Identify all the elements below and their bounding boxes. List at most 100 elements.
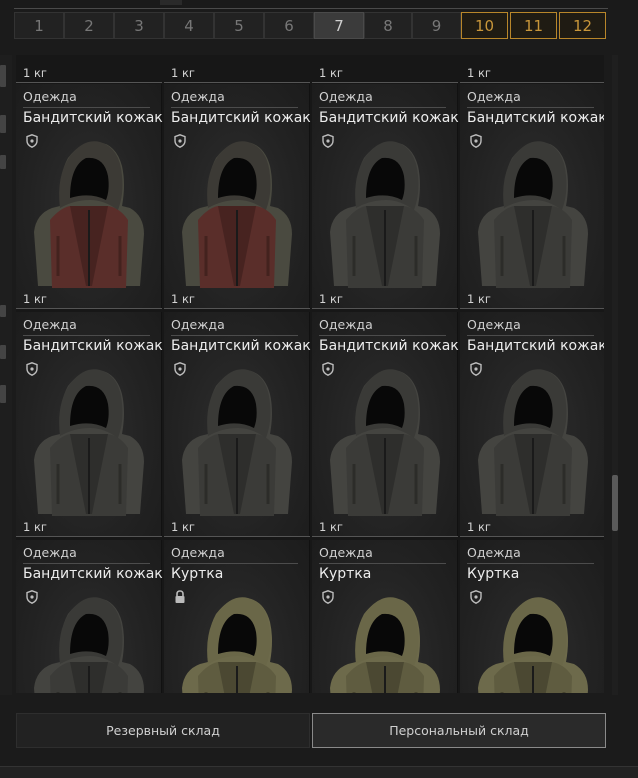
shield-icon: [322, 362, 334, 376]
page-button-6[interactable]: 6: [264, 12, 314, 39]
item-weight: 1 кг: [171, 66, 195, 80]
item-weight: 1 кг: [467, 520, 491, 534]
page-button-8[interactable]: 8: [364, 12, 412, 39]
category-divider: [467, 107, 594, 108]
item-weight: 1 кг: [23, 66, 47, 80]
shield-icon: [470, 134, 482, 148]
inventory-item-card[interactable]: Одежда Бандитский кожак 1 кг: [460, 84, 604, 309]
inventory-item-card[interactable]: Одежда Бандитский кожак 1 кг: [312, 312, 459, 537]
page-button-5[interactable]: 5: [214, 12, 264, 39]
item-weight: 1 кг: [467, 292, 491, 306]
jacket-item-image: [182, 369, 292, 516]
weight-divider: [460, 308, 604, 309]
rail-icon[interactable]: [0, 385, 6, 403]
shield-icon: [174, 134, 186, 148]
shield-icon: [26, 134, 38, 148]
item-category: Одежда: [23, 545, 77, 560]
inventory-item-card[interactable]: Одежда Куртка: [460, 540, 604, 693]
page-button-9[interactable]: 9: [412, 12, 461, 39]
item-weight: 1 кг: [171, 520, 195, 534]
category-divider: [23, 107, 150, 108]
inventory-grid: 1 кг 1 кг 1 кг 1 кг Одежда Бандитский кожак 1 …: [16, 55, 604, 693]
item-category: Одежда: [171, 317, 225, 332]
item-category: Одежда: [23, 89, 77, 104]
jacket-item-image: [478, 369, 588, 516]
page-button-2[interactable]: 2: [64, 12, 114, 39]
inventory-item-card[interactable]: Одежда Бандитский кожак 1 кг: [16, 84, 163, 309]
item-category: Одежда: [319, 89, 373, 104]
item-weight: 1 кг: [467, 66, 491, 80]
rail-icon[interactable]: [0, 305, 6, 317]
item-category: Одежда: [171, 89, 225, 104]
shield-icon: [322, 590, 334, 604]
category-divider: [171, 563, 298, 564]
weight-divider: [16, 82, 162, 83]
item-name: Бандитский кожак: [23, 338, 163, 354]
jacket-item-image: [182, 597, 292, 693]
inventory-item-card[interactable]: Одежда Куртка: [164, 540, 310, 693]
page-button-11[interactable]: 11: [510, 12, 557, 39]
shield-icon: [470, 590, 482, 604]
weight-divider: [16, 536, 162, 537]
item-name: Куртка: [171, 566, 224, 582]
tab-personal-storage[interactable]: Персональный склад: [312, 713, 606, 748]
shield-icon: [470, 362, 482, 376]
lock-icon: [175, 590, 185, 603]
inventory-item-card[interactable]: Одежда Куртка: [312, 540, 458, 693]
inventory-item-card[interactable]: Одежда Бандитский кожак: [16, 540, 163, 693]
item-category: Одежда: [467, 89, 521, 104]
item-name: Бандитский кожак: [319, 338, 459, 354]
page-button-1[interactable]: 1: [14, 12, 64, 39]
item-name: Бандитский кожак: [171, 338, 311, 354]
scrollbar-track[interactable]: [612, 55, 618, 695]
header-divider: [14, 8, 608, 9]
inventory-item-card[interactable]: Одежда Бандитский кожак 1 кг: [460, 312, 604, 537]
top-header-strip: [0, 0, 638, 10]
page-button-10[interactable]: 10: [461, 12, 508, 39]
weight-divider: [164, 308, 310, 309]
item-name: Бандитский кожак: [23, 566, 163, 582]
category-divider: [171, 107, 298, 108]
page-button-12[interactable]: 12: [559, 12, 606, 39]
item-name: Куртка: [319, 566, 372, 582]
item-name: Бандитский кожак: [319, 110, 459, 126]
page-button-7[interactable]: 7: [314, 12, 364, 39]
jacket-item-image: [478, 141, 588, 288]
rail-icon[interactable]: [0, 155, 6, 169]
inventory-item-card[interactable]: Одежда Бандитский кожак 1 кг: [164, 312, 311, 537]
item-weight: 1 кг: [171, 292, 195, 306]
shield-icon: [26, 362, 38, 376]
weight-divider: [312, 308, 458, 309]
jacket-item-image: [182, 141, 292, 288]
rail-icon[interactable]: [0, 115, 6, 133]
weight-divider: [164, 82, 310, 83]
item-category: Одежда: [23, 317, 77, 332]
category-divider: [23, 563, 150, 564]
shield-icon: [322, 134, 334, 148]
jacket-item-image: [330, 369, 440, 516]
inventory-item-card[interactable]: Одежда Бандитский кожак 1 кг: [312, 84, 459, 309]
page-button-3[interactable]: 3: [114, 12, 164, 39]
page-button-4[interactable]: 4: [164, 12, 214, 39]
item-weight: 1 кг: [319, 520, 343, 534]
item-weight: 1 кг: [23, 292, 47, 306]
item-name: Бандитский кожак: [171, 110, 311, 126]
rail-icon[interactable]: [0, 65, 6, 87]
item-weight: 1 кг: [23, 520, 47, 534]
weight-divider: [460, 536, 604, 537]
item-name: Бандитский кожак: [467, 110, 604, 126]
weight-divider: [164, 536, 310, 537]
inventory-item-card[interactable]: Одежда Бандитский кожак 1 кг: [164, 84, 311, 309]
tab-reserve-storage[interactable]: Резервный склад: [16, 713, 310, 748]
bottom-bar: [0, 766, 638, 778]
jacket-item-image: [330, 597, 440, 693]
jacket-item-image: [478, 597, 588, 693]
storage-tabs: Резервный склад Персональный склад: [16, 713, 608, 748]
rail-icon[interactable]: [0, 345, 6, 359]
item-name: Бандитский кожак: [467, 338, 604, 354]
item-category: Одежда: [467, 545, 521, 560]
scrollbar-thumb[interactable]: [612, 475, 618, 531]
inventory-item-card[interactable]: Одежда Бандитский кожак 1 кг: [16, 312, 163, 537]
item-weight: 1 кг: [319, 66, 343, 80]
header-fragment: [160, 0, 182, 5]
